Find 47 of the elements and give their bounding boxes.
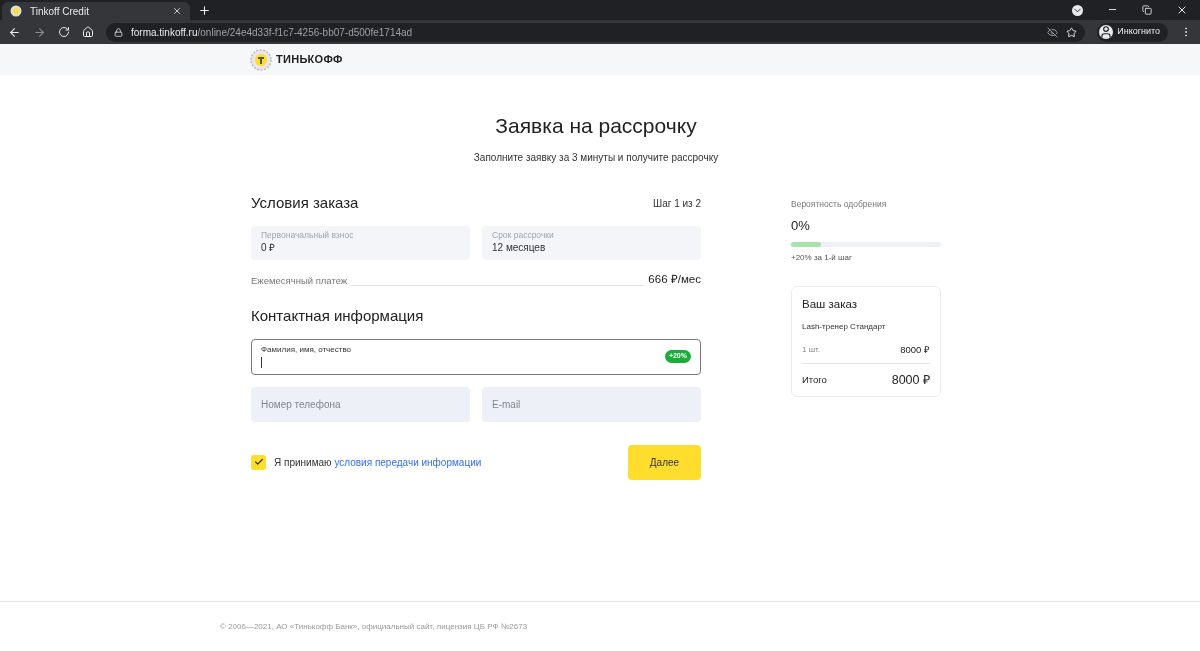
approval-value: 0% — [791, 217, 811, 236]
section-heading: Условия заказа — [251, 193, 359, 214]
page-subtitle: Заполните заявку за 3 минуты и получите рассрочку — [473, 150, 719, 165]
readonly-field[interactable]: Первоначальный взнос 0 ₽ — [251, 225, 470, 260]
input-field[interactable]: E-mail — [482, 386, 701, 422]
order-item: Lash-тренер Стандарт — [802, 321, 887, 333]
total-value: 8000 ₽ — [891, 371, 930, 389]
order-quantity: 1 шт. — [802, 344, 821, 357]
reload-icon[interactable] — [58, 26, 70, 38]
monthly-payment-label: Ежемесячный платеж — [251, 274, 348, 289]
text-cursor — [261, 357, 262, 368]
browser-tab[interactable]: Tinkoff Credit — [2, 2, 190, 20]
logo-emblem-icon — [250, 48, 272, 71]
section-heading: Контактная информация — [251, 305, 425, 326]
consent-text: Я принимаю условия передачи информации — [274, 455, 482, 470]
approval-hint: +20% за 1-й шаг — [791, 251, 853, 264]
restore-icon[interactable] — [1142, 5, 1152, 15]
url-text: forma.tinkoff.ru/online/24e4d33f-f1c7-4256-bb07-d500fe1714ad — [131, 25, 413, 40]
home-icon[interactable] — [82, 26, 94, 38]
close-icon[interactable] — [172, 6, 182, 16]
eye-off-icon[interactable] — [1047, 26, 1059, 38]
tab-title: Tinkoff Credit — [30, 4, 90, 19]
order-price: 8000 ₽ — [900, 343, 930, 357]
input-field[interactable]: Номер телефона — [251, 386, 470, 422]
close-window-icon[interactable] — [1176, 4, 1188, 16]
total-label: Итого — [802, 373, 827, 388]
step-indicator: Шаг 1 из 2 — [653, 197, 701, 211]
favicon-icon — [10, 5, 22, 17]
consent-checkbox[interactable] — [251, 454, 266, 470]
address-bar[interactable]: forma.tinkoff.ru/online/24e4d33f-f1c7-4256-bb07-d500fe1714ad — [106, 22, 1086, 42]
lock-icon — [114, 27, 123, 37]
page-title: Заявка на рассрочку — [495, 113, 697, 139]
forward-icon[interactable] — [33, 25, 46, 39]
star-icon[interactable] — [1066, 26, 1078, 38]
readonly-field[interactable]: Срок рассрочки 12 месяцев — [482, 225, 701, 260]
monthly-payment-value: 666 ₽/мес — [648, 272, 701, 288]
terms-link[interactable]: условия передачи информации — [334, 456, 482, 468]
footer-copyright: © 2006—2021, АО «Тинькофф Банк», официальный сайт, лицензия ЦБ РФ №2673 — [220, 620, 528, 633]
new-tab-icon[interactable] — [198, 4, 211, 17]
next-button[interactable]: Далее — [628, 444, 701, 480]
back-icon[interactable] — [8, 25, 21, 39]
order-title: Ваш заказ — [802, 296, 858, 312]
check-icon — [253, 457, 264, 467]
profile-chip[interactable]: Инкогнито — [1097, 22, 1168, 42]
approval-label: Вероятность одобрения — [791, 197, 888, 211]
tab-search-icon[interactable] — [1072, 5, 1083, 16]
logo-text[interactable]: ТИНЬКОФФ — [276, 51, 343, 68]
